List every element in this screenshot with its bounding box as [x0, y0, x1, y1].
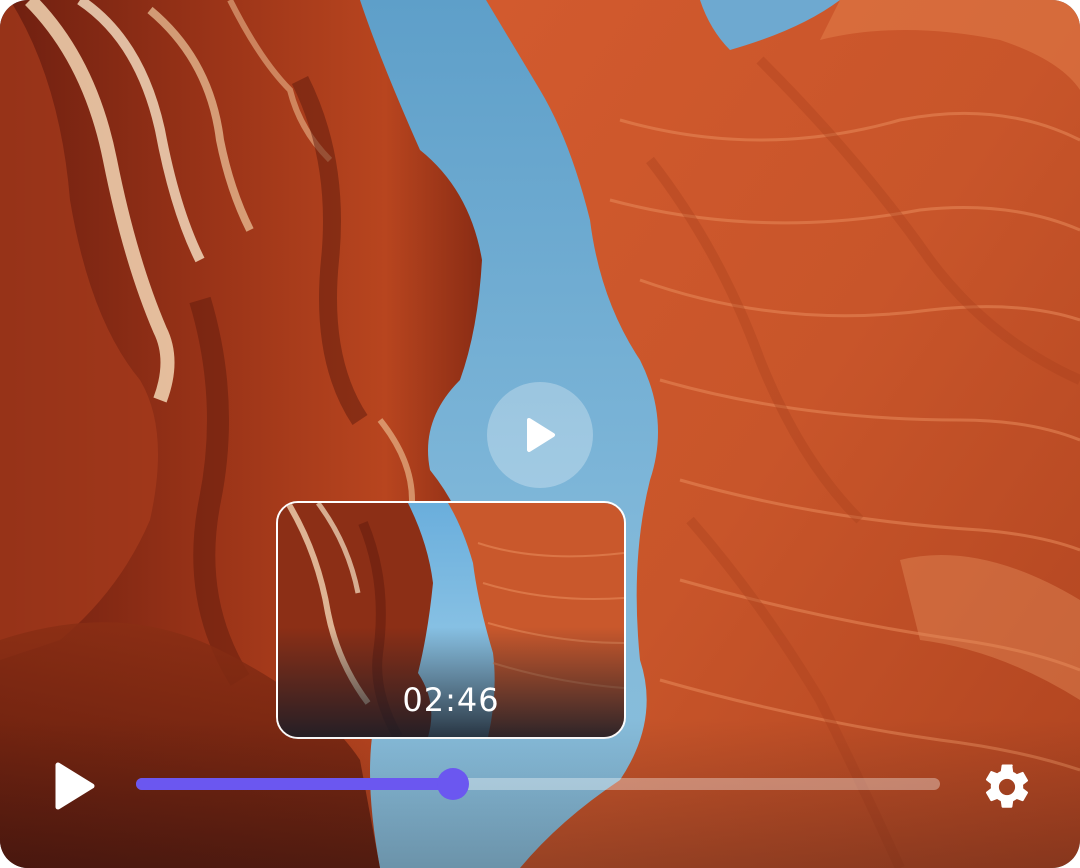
preview-timestamp: 02:46: [402, 681, 500, 719]
gear-icon: [985, 764, 1029, 808]
scrub-preview: 02:46: [276, 501, 626, 739]
center-play-button[interactable]: [487, 382, 593, 488]
seek-bar[interactable]: [136, 768, 940, 800]
seek-bar-handle[interactable]: [436, 768, 469, 800]
play-icon: [527, 418, 555, 452]
settings-button[interactable]: [980, 760, 1034, 814]
play-icon: [55, 762, 95, 810]
seek-bar-progress: [136, 778, 453, 790]
controls-bar: [0, 718, 1080, 868]
play-button[interactable]: [50, 760, 98, 812]
video-player: 02:46: [0, 0, 1080, 868]
